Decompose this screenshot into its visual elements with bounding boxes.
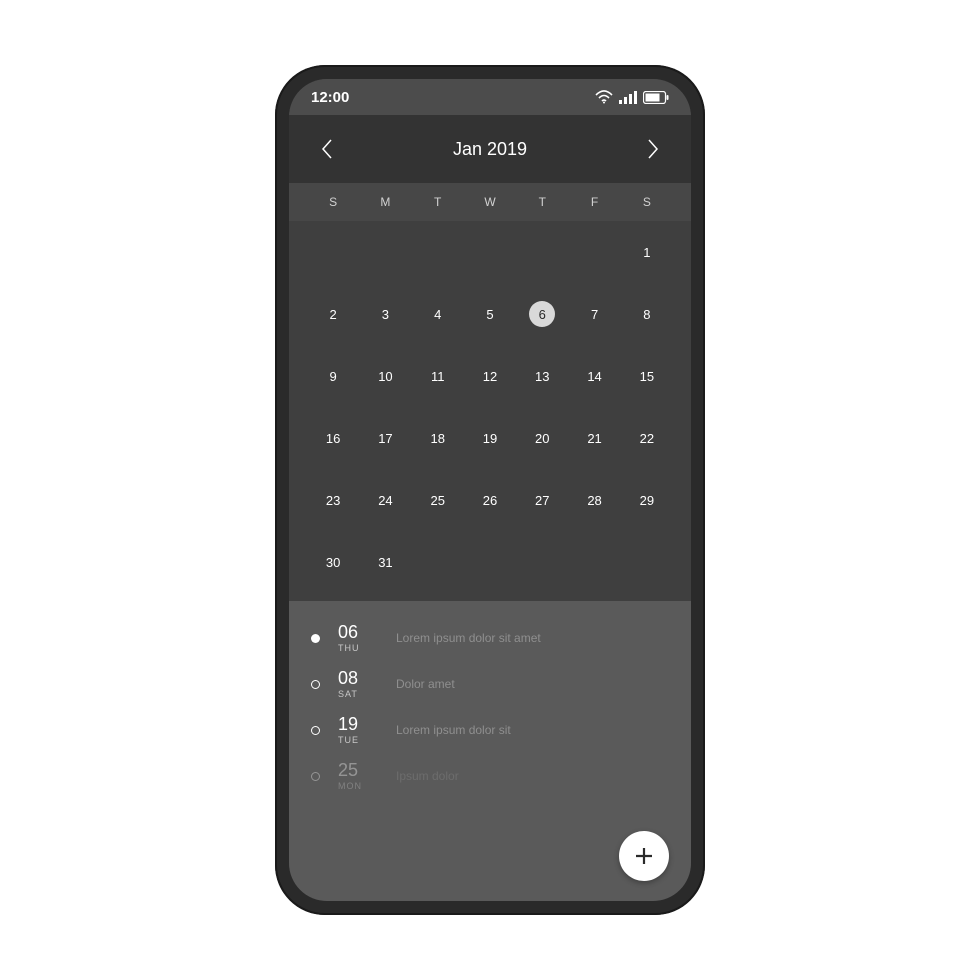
weekday-label: S	[621, 195, 673, 209]
screen: 12:00 Jan 2019	[289, 79, 691, 901]
calendar-day[interactable]: 12	[464, 345, 516, 407]
calendar-day-empty	[359, 221, 411, 283]
event-text: Ipsum dolor	[396, 769, 669, 783]
event-row[interactable]: 06 THU Lorem ipsum dolor sit amet	[311, 615, 669, 661]
calendar-day[interactable]: 24	[359, 469, 411, 531]
calendar-day[interactable]: 25	[412, 469, 464, 531]
events-panel: 06 THU Lorem ipsum dolor sit amet 08 SAT Dolo…	[289, 601, 691, 901]
prev-month-button[interactable]	[313, 135, 341, 163]
plus-icon	[633, 845, 655, 867]
calendar-day[interactable]: 11	[412, 345, 464, 407]
calendar-day[interactable]: 6	[516, 283, 568, 345]
calendar-day[interactable]: 7	[568, 283, 620, 345]
event-row[interactable]: 25 MON Ipsum dolor	[311, 753, 669, 799]
calendar-day[interactable]: 21	[568, 407, 620, 469]
wifi-icon	[595, 90, 613, 104]
calendar-day[interactable]: 4	[412, 283, 464, 345]
event-date: 08 SAT	[338, 669, 378, 699]
calendar-day[interactable]: 1	[621, 221, 673, 283]
weekday-label: T	[412, 195, 464, 209]
event-date-dow: MON	[338, 781, 378, 791]
calendar-day-empty	[516, 531, 568, 593]
calendar-day[interactable]: 9	[307, 345, 359, 407]
bullet-hollow-icon	[311, 726, 320, 735]
month-title: Jan 2019	[453, 139, 527, 160]
calendar-day-empty	[464, 221, 516, 283]
calendar-day[interactable]: 22	[621, 407, 673, 469]
calendar-day[interactable]: 27	[516, 469, 568, 531]
calendar-day-empty	[621, 531, 673, 593]
calendar-day[interactable]: 17	[359, 407, 411, 469]
bullet-hollow-icon	[311, 680, 320, 689]
calendar-day[interactable]: 28	[568, 469, 620, 531]
event-date-number: 25	[338, 761, 378, 779]
calendar-day-empty	[568, 221, 620, 283]
weekday-label: W	[464, 195, 516, 209]
weekday-label: F	[568, 195, 620, 209]
calendar-day[interactable]: 20	[516, 407, 568, 469]
calendar-day[interactable]: 30	[307, 531, 359, 593]
calendar-day-empty	[516, 221, 568, 283]
event-text: Dolor amet	[396, 677, 669, 691]
battery-icon	[643, 91, 669, 104]
calendar-day-empty	[412, 531, 464, 593]
signal-icon	[619, 91, 637, 104]
status-time: 12:00	[311, 89, 349, 106]
event-date-number: 08	[338, 669, 378, 687]
calendar-day[interactable]: 19	[464, 407, 516, 469]
calendar-day[interactable]: 8	[621, 283, 673, 345]
calendar-day[interactable]: 16	[307, 407, 359, 469]
calendar-day[interactable]: 14	[568, 345, 620, 407]
bullet-hollow-icon	[311, 772, 320, 781]
event-text: Lorem ipsum dolor sit	[396, 723, 669, 737]
event-date-dow: THU	[338, 643, 378, 653]
weekday-header: SMTWTFS	[289, 183, 691, 221]
calendar-day[interactable]: 13	[516, 345, 568, 407]
event-text: Lorem ipsum dolor sit amet	[396, 631, 669, 645]
event-date-number: 06	[338, 623, 378, 641]
weekday-label: T	[516, 195, 568, 209]
calendar-day[interactable]: 5	[464, 283, 516, 345]
calendar-day[interactable]: 15	[621, 345, 673, 407]
calendar-day[interactable]: 23	[307, 469, 359, 531]
status-bar: 12:00	[289, 79, 691, 115]
event-date-dow: SAT	[338, 689, 378, 699]
calendar-day[interactable]: 3	[359, 283, 411, 345]
event-date-dow: TUE	[338, 735, 378, 745]
calendar-day-empty	[568, 531, 620, 593]
calendar-day-empty	[412, 221, 464, 283]
calendar-day-empty	[464, 531, 516, 593]
calendar-grid: 1234567891011121314151617181920212223242…	[289, 221, 691, 601]
event-date: 25 MON	[338, 761, 378, 791]
weekday-label: S	[307, 195, 359, 209]
calendar-day[interactable]: 29	[621, 469, 673, 531]
event-date-number: 19	[338, 715, 378, 733]
next-month-button[interactable]	[639, 135, 667, 163]
event-date: 06 THU	[338, 623, 378, 653]
bullet-filled-icon	[311, 634, 320, 643]
month-navigation: Jan 2019	[289, 115, 691, 183]
calendar-day[interactable]: 31	[359, 531, 411, 593]
calendar-day-empty	[307, 221, 359, 283]
calendar-day[interactable]: 10	[359, 345, 411, 407]
event-row[interactable]: 19 TUE Lorem ipsum dolor sit	[311, 707, 669, 753]
calendar-day[interactable]: 26	[464, 469, 516, 531]
weekday-label: M	[359, 195, 411, 209]
calendar-day[interactable]: 2	[307, 283, 359, 345]
event-date: 19 TUE	[338, 715, 378, 745]
status-icons	[595, 90, 669, 104]
calendar-day[interactable]: 18	[412, 407, 464, 469]
phone-frame: 12:00 Jan 2019	[275, 65, 705, 915]
add-event-button[interactable]	[619, 831, 669, 881]
event-row[interactable]: 08 SAT Dolor amet	[311, 661, 669, 707]
